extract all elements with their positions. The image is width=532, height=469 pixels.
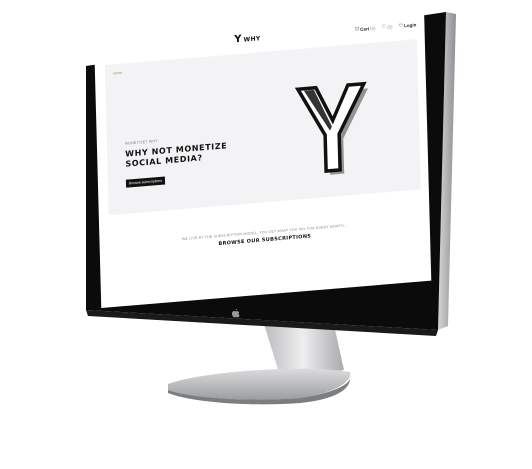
hero-banner: Home MONETIZE? WHY WHY NOT MONETIZE SOCI…: [104, 39, 421, 216]
login-label: Login: [404, 21, 417, 28]
browse-subscriptions-button[interactable]: Browse subscriptions: [125, 176, 166, 188]
user-icon: ⚇: [398, 22, 404, 29]
wishlist-link[interactable]: ♡ (0): [382, 23, 393, 30]
logo-text: WHY: [243, 34, 261, 44]
wishlist-count: (0): [387, 23, 393, 30]
hero-y-graphic: [294, 81, 368, 176]
hero-eyebrow: MONETIZE? WHY: [124, 138, 159, 146]
cart-label: Cart: [360, 25, 370, 32]
login-link[interactable]: ⚇ Login: [398, 21, 417, 29]
cart-link[interactable]: ⊡ Cart (0): [354, 25, 376, 33]
screen: Y WHY ⊡ Cart (0) ♡ (0) ⚇ Login Home MONE…: [94, 10, 432, 309]
header-actions: ⊡ Cart (0) ♡ (0) ⚇ Login: [354, 21, 417, 33]
site-logo[interactable]: Y WHY: [234, 33, 261, 46]
logo-glyph: Y: [234, 33, 242, 46]
cart-icon: ⊡: [354, 26, 360, 33]
monitor-scene: Y WHY ⊡ Cart (0) ♡ (0) ⚇ Login Home MONE…: [0, 0, 532, 469]
breadcrumb[interactable]: Home: [113, 71, 122, 76]
heart-icon: ♡: [381, 23, 387, 31]
cart-count: (0): [370, 25, 376, 31]
